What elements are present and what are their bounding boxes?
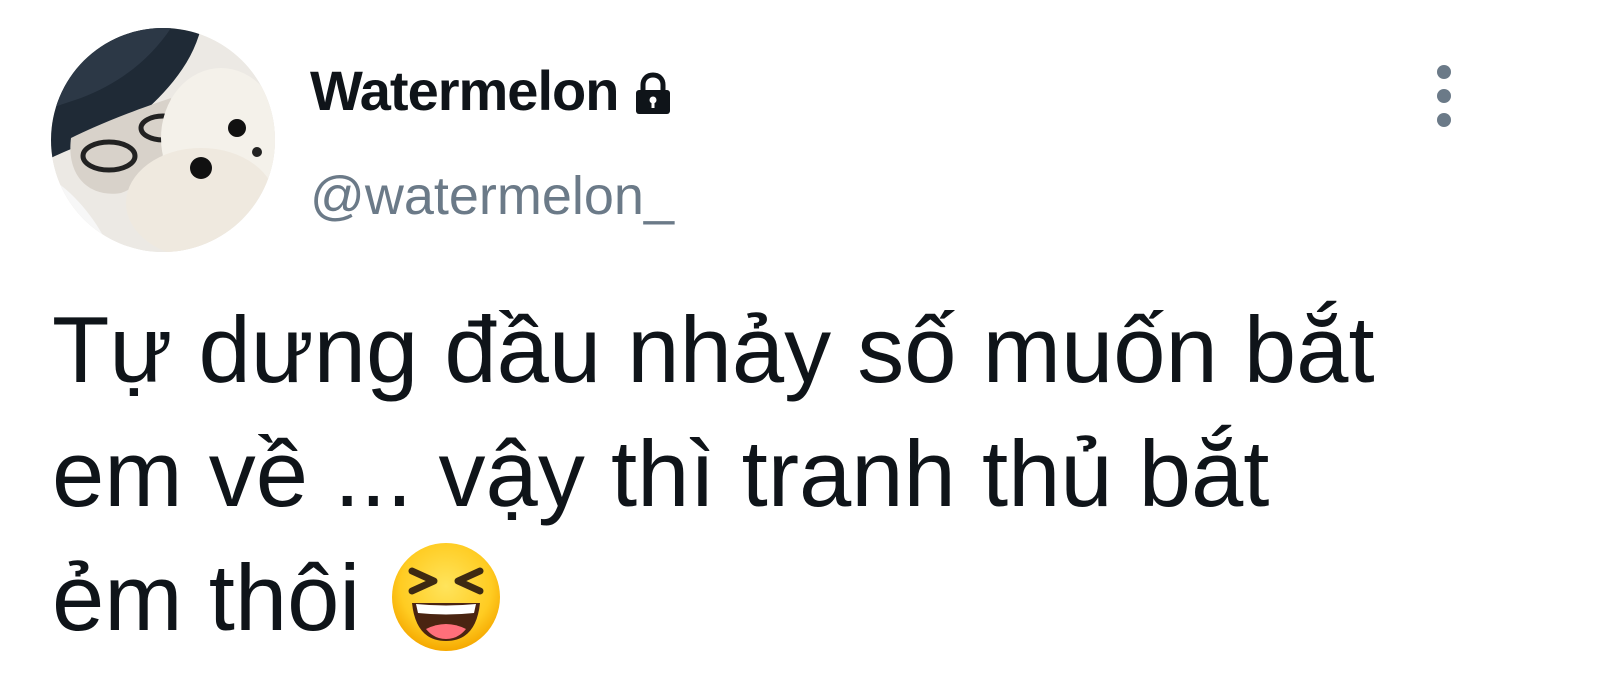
avatar[interactable] — [51, 28, 275, 252]
avatar-image — [51, 28, 275, 252]
lock-icon — [630, 71, 676, 117]
tweet-text: Tự dưng đầu nhảy số muốn bắt em về ... v… — [52, 288, 1552, 661]
more-vertical-icon — [1437, 65, 1451, 127]
tweet: Watermelon @watermelon_ Tự dưng đầu nhảy… — [0, 0, 1600, 662]
user-handle[interactable]: @watermelon_ — [310, 163, 674, 229]
tweet-text-line: ẻm thôi — [52, 545, 361, 650]
more-options-button[interactable] — [1420, 60, 1468, 132]
tweet-text-line: em về ... vậy thì tranh thủ bắt — [52, 421, 1270, 526]
display-name-row: Watermelon — [310, 58, 676, 124]
display-name[interactable]: Watermelon — [310, 58, 619, 124]
tweet-text-line-last: ẻm thôi — [52, 536, 1552, 661]
tweet-text-line: Tự dưng đầu nhảy số muốn bắt — [52, 297, 1375, 402]
laughing-emoji-icon — [390, 541, 502, 653]
